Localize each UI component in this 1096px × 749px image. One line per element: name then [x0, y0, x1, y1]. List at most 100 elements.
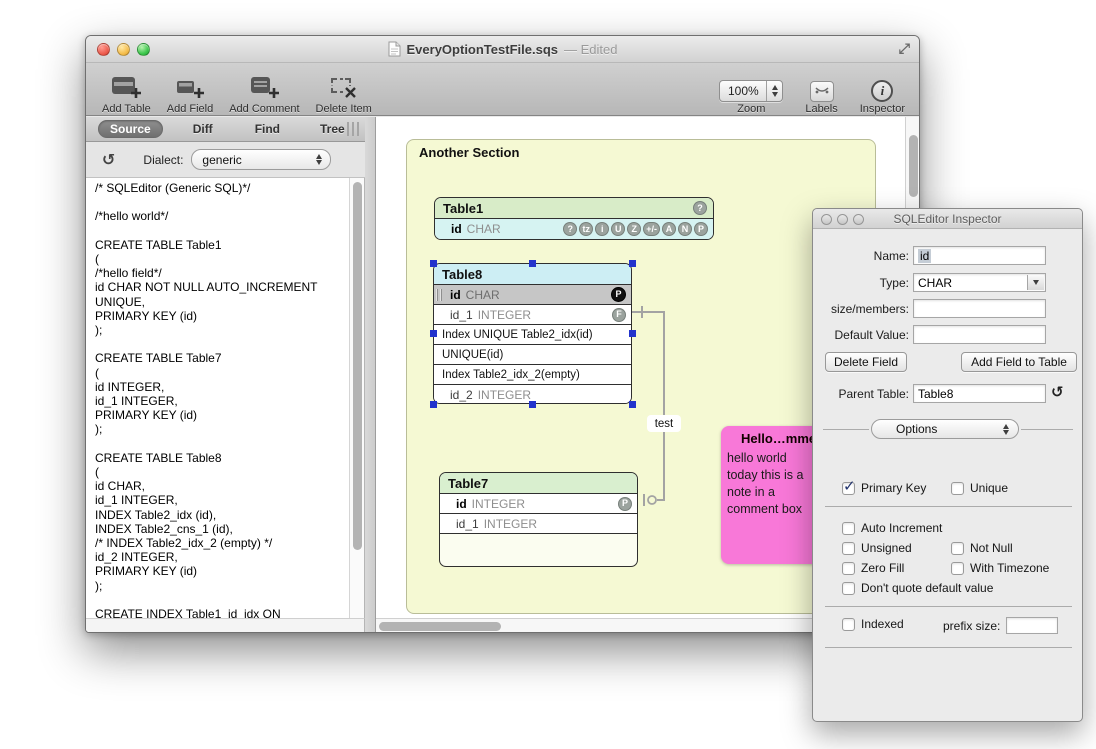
dropdown-arrow-icon [1027, 275, 1044, 290]
checkbox[interactable] [842, 522, 855, 535]
inspector-titlebar[interactable]: SQLEditor Inspector [813, 209, 1082, 229]
table8-row-index-unique[interactable]: Index UNIQUE Table2_idx(id) [434, 325, 631, 345]
dialect-row: ↻ Dialect: generic [86, 142, 365, 178]
options-popup[interactable]: Options [871, 419, 1019, 439]
delete-item-button[interactable]: Delete Item [312, 65, 376, 115]
checkbox[interactable] [951, 482, 964, 495]
close-button[interactable] [97, 43, 110, 56]
fullscreen-icon[interactable]: ⤢ [899, 41, 910, 57]
pane-divider[interactable] [365, 117, 376, 632]
checkbox[interactable] [842, 542, 855, 555]
popup-stepper-icon [1003, 424, 1009, 435]
table7-row-id[interactable]: id INTEGER P [440, 494, 637, 514]
prefix-size-group: prefix size: [943, 617, 1058, 634]
unknown-badge: ? [563, 222, 577, 236]
relation-label-text: test [655, 418, 674, 430]
unsigned-checkbox[interactable]: Unsigned [842, 541, 912, 555]
not-null-checkbox[interactable]: Not Null [951, 541, 1013, 555]
zoom-control: 100% Zoom [715, 65, 787, 115]
source-code-text[interactable]: /* SQLEditor (Generic SQL)*/ /*hello wor… [95, 181, 348, 618]
table8[interactable]: Table8 id CHAR P id_1 INTEGER F Index UN… [433, 263, 632, 404]
parent-table-field[interactable]: Table8 [913, 384, 1046, 403]
add-table-button[interactable]: Add Table [98, 65, 155, 115]
field-type: INTEGER [478, 388, 531, 402]
add-field-button[interactable]: Add Field [163, 65, 217, 115]
document-proxy-icon[interactable] [388, 41, 401, 57]
selection-handle-w[interactable] [430, 330, 437, 337]
checkbox[interactable] [842, 618, 855, 631]
inspector-window-buttons[interactable] [821, 214, 864, 225]
table7-row-id1[interactable]: id_1 INTEGER [440, 514, 637, 534]
labels-icon [814, 85, 830, 98]
section-title: Another Section [419, 145, 519, 160]
type-dropdown[interactable]: CHAR [913, 273, 1046, 292]
not-null-label: Not Null [970, 541, 1013, 555]
checkbox[interactable] [951, 562, 964, 575]
structure-text: Index Table2_idx_2(empty) [442, 369, 580, 381]
table1[interactable]: Table1 ? id CHAR ? tz i U Z +/- A N [434, 197, 714, 240]
table1-header[interactable]: Table1 ? [435, 198, 713, 219]
dont-quote-checkbox[interactable]: Don't quote default value [842, 581, 993, 595]
relation-label[interactable]: test [647, 415, 681, 432]
selection-handle-e[interactable] [629, 330, 636, 337]
indexed-checkbox[interactable]: Indexed [842, 617, 904, 631]
table8-row-id1[interactable]: id_1 INTEGER F [434, 305, 631, 325]
table1-row-id[interactable]: id CHAR ? tz i U Z +/- A N P [435, 219, 713, 239]
name-field[interactable]: id [913, 246, 1046, 265]
zoom-stepper[interactable] [766, 81, 782, 101]
auto-increment-checkbox[interactable]: Auto Increment [842, 521, 942, 535]
table8-row-id[interactable]: id CHAR P [434, 285, 631, 305]
selection-handle-ne[interactable] [629, 260, 636, 267]
primary-key-checkbox[interactable]: ✓ Primary Key [842, 481, 926, 495]
source-vertical-scroll-thumb[interactable] [353, 182, 362, 550]
add-comment-button[interactable]: Add Comment [225, 65, 303, 115]
selection-handle-n[interactable] [529, 260, 536, 267]
selection-handle-nw[interactable] [430, 260, 437, 267]
table7[interactable]: Table7 id INTEGER P id_1 INTEGER [439, 472, 638, 567]
table8-header[interactable]: Table8 [434, 264, 631, 285]
refresh-icon[interactable]: ↻ [102, 150, 115, 169]
size-members-field[interactable] [913, 299, 1046, 318]
table8-row-unique[interactable]: UNIQUE(id) [434, 345, 631, 365]
zero-fill-checkbox[interactable]: Zero Fill [842, 561, 904, 575]
delete-field-button[interactable]: Delete Field [825, 352, 907, 372]
selection-handle-se[interactable] [629, 401, 636, 408]
selection-handle-s[interactable] [529, 401, 536, 408]
row-drag-handle[interactable] [436, 289, 442, 301]
main-window: EveryOptionTestFile.sqs — Edited ⤢ Add T… [85, 35, 920, 633]
pane-grip-handle[interactable] [347, 122, 359, 136]
dialect-stepper-icon [316, 154, 322, 165]
with-timezone-checkbox[interactable]: With Timezone [951, 561, 1049, 575]
checkbox[interactable] [842, 582, 855, 595]
checkbox[interactable] [951, 542, 964, 555]
canvas-vertical-scroll-thumb[interactable] [909, 135, 918, 197]
titlebar[interactable]: EveryOptionTestFile.sqs — Edited ⤢ [86, 36, 919, 63]
zoom-window-button[interactable] [137, 43, 150, 56]
source-horizontal-scrollbar[interactable] [86, 618, 365, 632]
name-label: Name: [813, 249, 909, 263]
source-vertical-scrollbar[interactable] [349, 178, 364, 618]
window-edited-flag: — Edited [564, 42, 617, 57]
unique-checkbox[interactable]: Unique [951, 481, 1008, 495]
labels-button[interactable]: Labels [801, 65, 841, 115]
add-field-to-table-button[interactable]: Add Field to Table [961, 352, 1077, 372]
table7-header[interactable]: Table7 [440, 473, 637, 494]
default-value-field[interactable] [913, 325, 1046, 344]
revert-parent-icon[interactable]: ↺ [1051, 383, 1064, 401]
inspector-toggle-button[interactable]: i Inspector [856, 65, 909, 115]
auto-increment-label: Auto Increment [861, 521, 942, 535]
dialect-select[interactable]: generic [191, 149, 331, 170]
tab-find[interactable]: Find [243, 120, 292, 138]
checkbox[interactable] [842, 562, 855, 575]
checkbox-checked[interactable]: ✓ [842, 482, 855, 495]
table1-help-badge: ? [693, 201, 707, 215]
tab-source[interactable]: Source [98, 120, 163, 138]
source-editor[interactable]: /* SQLEditor (Generic SQL)*/ /*hello wor… [86, 178, 365, 618]
canvas-horizontal-scroll-thumb[interactable] [379, 622, 501, 631]
selection-handle-sw[interactable] [430, 401, 437, 408]
table8-row-index2[interactable]: Index Table2_idx_2(empty) [434, 365, 631, 385]
window-title-group: EveryOptionTestFile.sqs — Edited [388, 41, 618, 57]
prefix-size-field[interactable] [1006, 617, 1058, 634]
minimize-button[interactable] [117, 43, 130, 56]
tab-diff[interactable]: Diff [181, 120, 225, 138]
